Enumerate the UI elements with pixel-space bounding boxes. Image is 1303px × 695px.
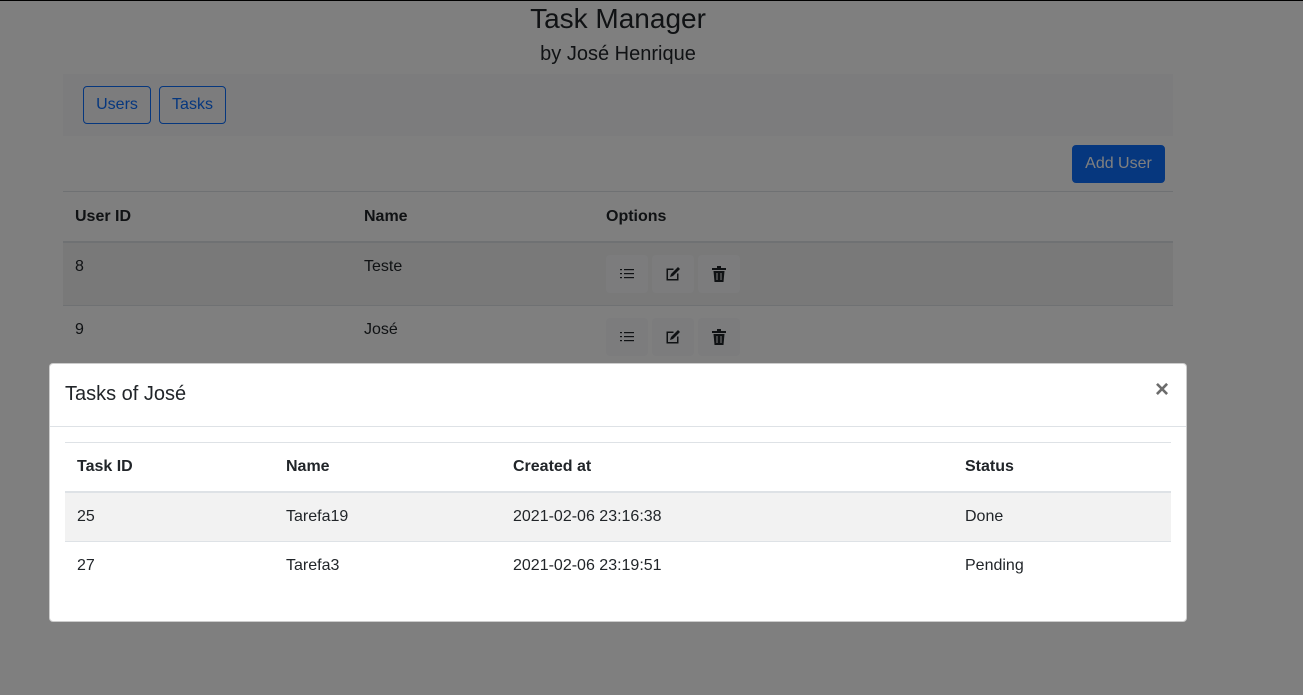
- tasks-table: Task ID Name Created at Status 25 Tarefa…: [65, 442, 1171, 590]
- modal-header: Tasks of José ×: [50, 364, 1186, 427]
- task-id-cell: 27: [77, 557, 95, 574]
- page: Task Manager by José Henrique Users Task…: [0, 0, 1303, 695]
- modal-title: Tasks of José: [65, 383, 187, 405]
- table-row: 27 Tarefa3 2021-02-06 23:19:51 Pending: [65, 542, 1171, 591]
- task-status-cell: Pending: [965, 557, 1024, 574]
- task-created-cell: 2021-02-06 23:16:38: [501, 492, 953, 542]
- task-name-cell: Tarefa19: [274, 492, 501, 542]
- column-header-name: Name: [274, 442, 501, 493]
- close-button[interactable]: ×: [1152, 378, 1172, 402]
- task-status-cell: Done: [953, 492, 1171, 542]
- task-created-cell: 2021-02-06 23:19:51: [513, 557, 662, 574]
- tasks-modal: Tasks of José × Task ID Name Created at …: [49, 363, 1187, 622]
- tasks-table-header: Task ID Name Created at Status: [65, 442, 1171, 493]
- column-header-task-id: Task ID: [65, 442, 274, 493]
- task-name-cell: Tarefa3: [286, 557, 340, 574]
- column-header-status: Status: [953, 442, 1171, 493]
- task-id-cell: 25: [65, 492, 274, 542]
- column-header-created-at: Created at: [501, 442, 953, 493]
- table-row: 25 Tarefa19 2021-02-06 23:16:38 Done: [65, 492, 1171, 542]
